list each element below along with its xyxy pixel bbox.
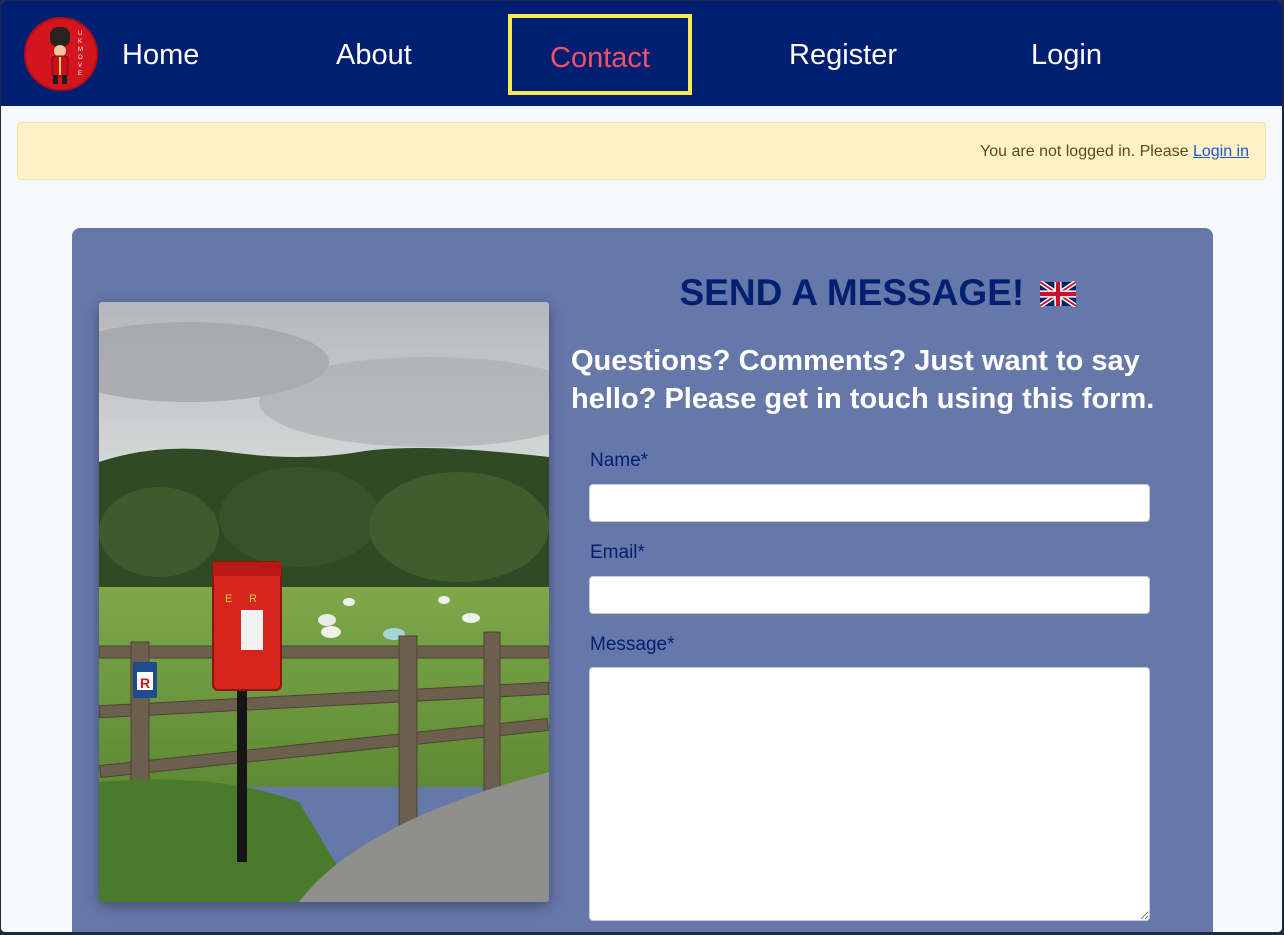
svg-text:M: M — [78, 47, 83, 53]
svg-text:R: R — [249, 593, 257, 605]
svg-text:R: R — [140, 675, 150, 691]
name-label: Name* — [590, 450, 649, 471]
svg-text:U: U — [78, 31, 82, 37]
svg-text:E: E — [225, 593, 232, 605]
nav-link-login[interactable]: Login — [1031, 1, 1102, 106]
contact-title: SEND A MESSAGE! — [572, 272, 1184, 316]
email-label: Email* — [590, 542, 645, 563]
browser-window: U K M O V E Home About Contact Register … — [1, 1, 1282, 932]
uk-flag-icon — [1039, 274, 1078, 316]
message-label: Message* — [590, 634, 675, 655]
svg-text:V: V — [78, 63, 82, 69]
royal-guard-logo-icon[interactable]: U K M O V E — [24, 17, 98, 91]
postbox-photo: R E R — [99, 302, 549, 902]
login-link[interactable]: Login in — [1193, 143, 1249, 160]
svg-text:E: E — [78, 71, 82, 77]
alert-text: You are not logged in. Please — [980, 143, 1193, 160]
nav-link-home[interactable]: Home — [122, 1, 199, 106]
nav-link-about[interactable]: About — [336, 1, 412, 106]
nav-link-register[interactable]: Register — [789, 1, 897, 106]
contact-card: R E R SEND A MESSAGE! Questions? Comment… — [72, 228, 1213, 932]
svg-text:K: K — [78, 39, 82, 45]
email-input[interactable] — [589, 576, 1150, 614]
login-alert: You are not logged in. Please Login in — [17, 122, 1266, 180]
name-input[interactable] — [589, 484, 1150, 522]
contact-subtitle: Questions? Comments? Just want to say he… — [571, 345, 1155, 415]
message-textarea[interactable] — [589, 667, 1150, 921]
nav-link-contact[interactable]: Contact — [508, 14, 692, 95]
svg-text:O: O — [78, 55, 83, 61]
navbar: U K M O V E Home About Contact Register … — [1, 1, 1282, 106]
contact-title-text: SEND A MESSAGE! — [679, 272, 1025, 313]
